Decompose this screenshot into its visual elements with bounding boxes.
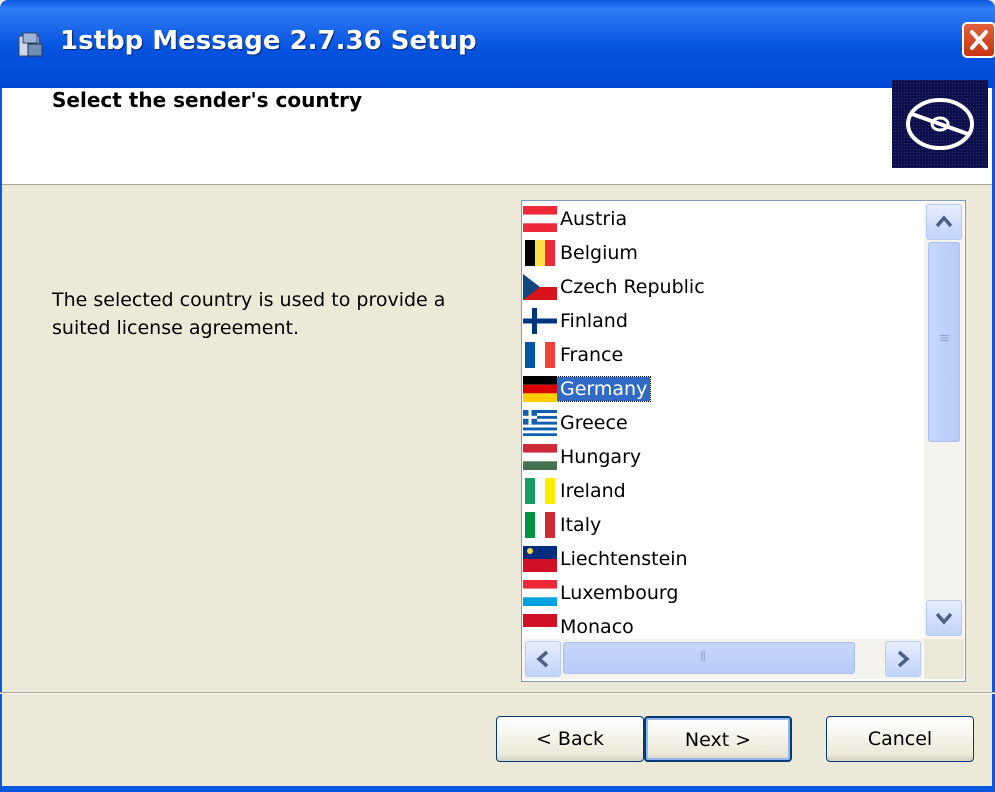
austria-flag-icon [523, 204, 557, 234]
france-flag-icon [523, 340, 557, 370]
list-item[interactable]: Hungary [523, 440, 921, 474]
country-label: Hungary [560, 446, 642, 468]
list-item[interactable]: Belgium [523, 236, 921, 270]
footer-separator [0, 692, 995, 694]
list-item[interactable]: Italy [523, 508, 921, 542]
germany-flag-icon [523, 374, 557, 404]
setup-disc-logo [892, 80, 988, 168]
country-label: Liechtenstein [560, 548, 688, 570]
list-item[interactable]: France [523, 338, 921, 372]
description-text: The selected country is used to provide … [52, 289, 446, 339]
country-listbox[interactable]: Austria Belgium Czech Republic Finland Franc… [521, 200, 966, 682]
country-list: Austria Belgium Czech Republic Finland Franc… [523, 202, 921, 638]
country-label: Germany [555, 376, 652, 402]
monaco-flag-icon [523, 612, 557, 638]
next-button[interactable]: Next > [644, 716, 792, 762]
liechtenstein-flag-icon [523, 544, 557, 574]
window-frame-bottom [0, 786, 995, 792]
list-item[interactable]: Germany [523, 372, 921, 406]
close-button[interactable] [962, 22, 995, 58]
cd-icon [892, 80, 988, 168]
country-label: Monaco [560, 616, 634, 638]
list-item[interactable]: Ireland [523, 474, 921, 508]
country-label: Italy [560, 514, 602, 536]
chevron-right-icon [897, 650, 910, 668]
list-item[interactable]: Luxembourg [523, 576, 921, 610]
list-item[interactable]: Finland [523, 304, 921, 338]
close-icon [970, 30, 988, 50]
window-frame-left [0, 88, 2, 792]
finland-flag-icon [523, 306, 557, 336]
luxembourg-flag-icon [523, 578, 557, 608]
installer-icon [18, 32, 43, 57]
country-label: Czech Republic [560, 276, 705, 298]
country-label: Finland [560, 310, 628, 332]
vertical-scroll-thumb[interactable]: ≡ [928, 242, 960, 442]
country-label: Austria [560, 208, 628, 230]
scroll-right-button[interactable] [885, 641, 921, 677]
vertical-scrollbar[interactable]: ≡ [924, 202, 964, 638]
horizontal-scrollbar[interactable]: ⦀ [523, 639, 923, 679]
scroll-down-button[interactable] [926, 600, 962, 636]
italy-flag-icon [523, 510, 557, 540]
back-button[interactable]: < Back [496, 716, 644, 762]
scrollbar-corner [924, 639, 964, 679]
chevron-down-icon [935, 612, 953, 625]
chevron-up-icon [935, 215, 953, 228]
window-title: 1stbp Message 2.7.36 Setup [60, 26, 477, 56]
grip-icon: ⦀ [700, 650, 706, 665]
czech-flag-icon [523, 272, 557, 302]
list-item[interactable]: Austria [523, 202, 921, 236]
grip-icon: ≡ [939, 331, 950, 346]
horizontal-scroll-thumb[interactable]: ⦀ [563, 642, 855, 674]
chevron-left-icon [536, 650, 549, 668]
country-label: France [560, 344, 624, 366]
belgium-flag-icon [523, 238, 557, 268]
list-item[interactable]: Czech Republic [523, 270, 921, 304]
country-label: Greece [560, 412, 628, 434]
cancel-button[interactable]: Cancel [826, 716, 974, 762]
list-item[interactable]: Monaco [523, 610, 921, 638]
page-title: Select the sender's country [52, 88, 363, 112]
scroll-up-button[interactable] [926, 204, 962, 240]
country-label: Luxembourg [560, 582, 679, 604]
country-label: Ireland [560, 480, 626, 502]
scroll-left-button[interactable] [525, 641, 561, 677]
ireland-flag-icon [523, 476, 557, 506]
list-item[interactable]: Liechtenstein [523, 542, 921, 576]
greece-flag-icon [523, 408, 557, 438]
hungary-flag-icon [523, 442, 557, 472]
list-item[interactable]: Greece [523, 406, 921, 440]
country-label: Belgium [560, 242, 638, 264]
